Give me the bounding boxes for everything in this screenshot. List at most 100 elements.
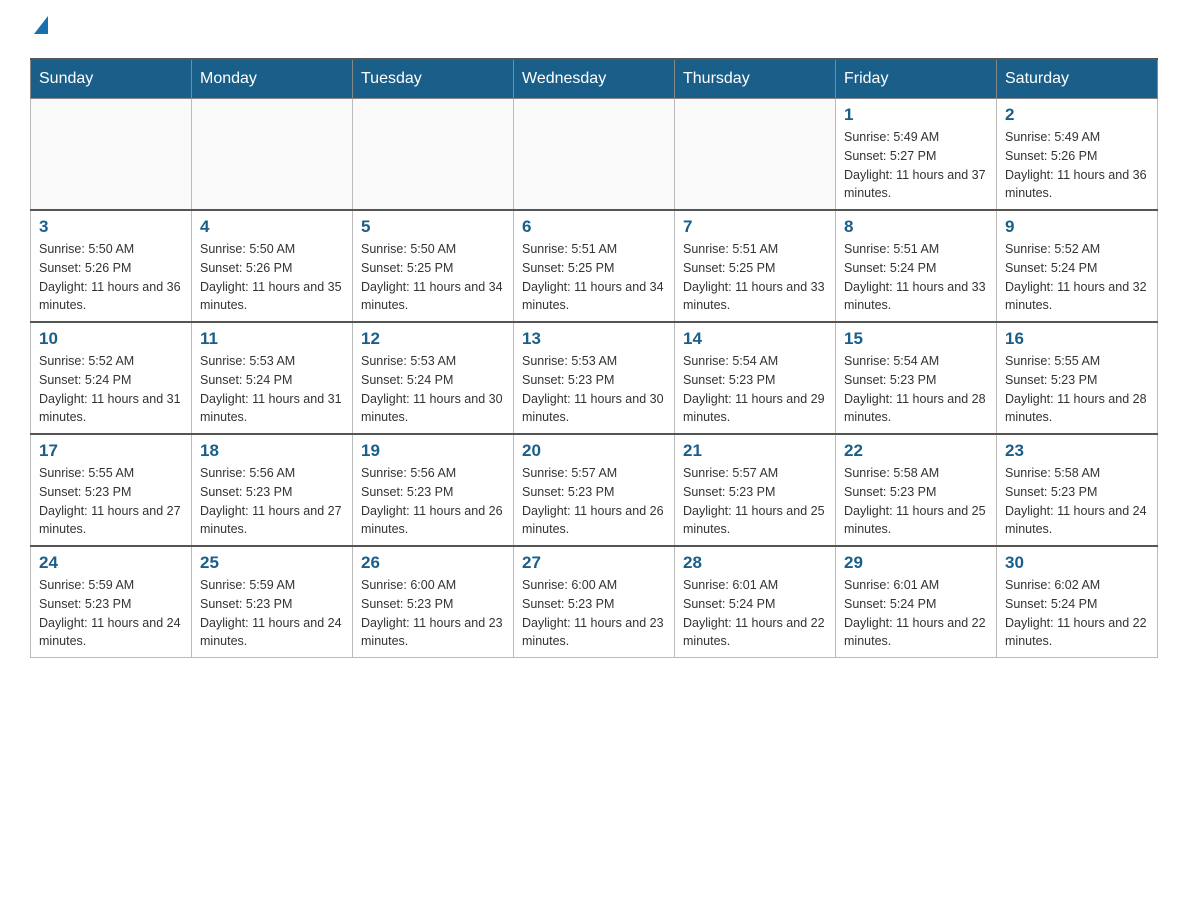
day-number: 24	[39, 553, 183, 573]
day-info: Sunrise: 5:50 AMSunset: 5:25 PMDaylight:…	[361, 240, 505, 315]
calendar-cell: 2Sunrise: 5:49 AMSunset: 5:26 PMDaylight…	[997, 99, 1158, 211]
day-info: Sunrise: 5:53 AMSunset: 5:24 PMDaylight:…	[361, 352, 505, 427]
day-info: Sunrise: 5:56 AMSunset: 5:23 PMDaylight:…	[200, 464, 344, 539]
day-info: Sunrise: 6:01 AMSunset: 5:24 PMDaylight:…	[683, 576, 827, 651]
day-number: 8	[844, 217, 988, 237]
calendar-cell	[31, 99, 192, 211]
calendar-cell: 29 Sunrise: 6:01 AMSunset: 5:24 PMDayligh…	[836, 546, 997, 658]
calendar-cell: 18 Sunrise: 5:56 AMSunset: 5:23 PMDayligh…	[192, 434, 353, 546]
day-number: 10	[39, 329, 183, 349]
calendar-cell: 8 Sunrise: 5:51 AMSunset: 5:24 PMDaylight…	[836, 210, 997, 322]
day-number: 11	[200, 329, 344, 349]
day-number: 18	[200, 441, 344, 461]
calendar-cell: 7 Sunrise: 5:51 AMSunset: 5:25 PMDaylight…	[675, 210, 836, 322]
day-info: Sunrise: 5:50 AMSunset: 5:26 PMDaylight:…	[39, 240, 183, 315]
weekday-header-thursday: Thursday	[675, 59, 836, 99]
day-number: 21	[683, 441, 827, 461]
calendar-week-3: 10Sunrise: 5:52 AMSunset: 5:24 PMDayligh…	[31, 322, 1158, 434]
day-number: 6	[522, 217, 666, 237]
page-header	[30, 20, 1158, 38]
day-info: Sunrise: 5:50 AMSunset: 5:26 PMDaylight:…	[200, 240, 344, 315]
calendar-cell: 20 Sunrise: 5:57 AMSunset: 5:23 PMDayligh…	[514, 434, 675, 546]
day-info: Sunrise: 5:51 AMSunset: 5:25 PMDaylight:…	[683, 240, 827, 315]
calendar-cell: 17 Sunrise: 5:55 AMSunset: 5:23 PMDayligh…	[31, 434, 192, 546]
day-info: Sunrise: 5:57 AMSunset: 5:23 PMDaylight:…	[683, 464, 827, 539]
day-number: 16	[1005, 329, 1149, 349]
day-info: Sunrise: 5:59 AMSunset: 5:23 PMDaylight:…	[200, 576, 344, 651]
day-info: Sunrise: 5:49 AMSunset: 5:27 PMDaylight:…	[844, 128, 988, 203]
day-number: 17	[39, 441, 183, 461]
calendar-week-4: 17 Sunrise: 5:55 AMSunset: 5:23 PMDayligh…	[31, 434, 1158, 546]
day-number: 22	[844, 441, 988, 461]
calendar-week-2: 3Sunrise: 5:50 AMSunset: 5:26 PMDaylight…	[31, 210, 1158, 322]
calendar-cell: 19 Sunrise: 5:56 AMSunset: 5:23 PMDayligh…	[353, 434, 514, 546]
calendar-cell: 21 Sunrise: 5:57 AMSunset: 5:23 PMDayligh…	[675, 434, 836, 546]
weekday-header-tuesday: Tuesday	[353, 59, 514, 99]
calendar-cell: 30 Sunrise: 6:02 AMSunset: 5:24 PMDayligh…	[997, 546, 1158, 658]
calendar-cell: 1 Sunrise: 5:49 AMSunset: 5:27 PMDaylight…	[836, 99, 997, 211]
calendar-cell	[514, 99, 675, 211]
calendar-cell: 23 Sunrise: 5:58 AMSunset: 5:23 PMDayligh…	[997, 434, 1158, 546]
calendar-cell: 26 Sunrise: 6:00 AMSunset: 5:23 PMDayligh…	[353, 546, 514, 658]
weekday-header-friday: Friday	[836, 59, 997, 99]
calendar-cell: 22 Sunrise: 5:58 AMSunset: 5:23 PMDayligh…	[836, 434, 997, 546]
logo-triangle-icon	[34, 16, 48, 34]
day-number: 26	[361, 553, 505, 573]
day-number: 15	[844, 329, 988, 349]
calendar-cell	[675, 99, 836, 211]
day-number: 20	[522, 441, 666, 461]
calendar-cell: 13 Sunrise: 5:53 AMSunset: 5:23 PMDayligh…	[514, 322, 675, 434]
calendar-cell: 3Sunrise: 5:50 AMSunset: 5:26 PMDaylight…	[31, 210, 192, 322]
day-number: 27	[522, 553, 666, 573]
day-info: Sunrise: 5:59 AMSunset: 5:23 PMDaylight:…	[39, 576, 183, 651]
logo	[30, 20, 48, 38]
calendar-table: SundayMondayTuesdayWednesdayThursdayFrid…	[30, 58, 1158, 658]
day-number: 30	[1005, 553, 1149, 573]
day-info: Sunrise: 5:53 AMSunset: 5:23 PMDaylight:…	[522, 352, 666, 427]
day-number: 29	[844, 553, 988, 573]
calendar-cell: 10Sunrise: 5:52 AMSunset: 5:24 PMDayligh…	[31, 322, 192, 434]
day-info: Sunrise: 6:01 AMSunset: 5:24 PMDaylight:…	[844, 576, 988, 651]
calendar-cell: 14 Sunrise: 5:54 AMSunset: 5:23 PMDayligh…	[675, 322, 836, 434]
day-number: 9	[1005, 217, 1149, 237]
calendar-cell: 15Sunrise: 5:54 AMSunset: 5:23 PMDayligh…	[836, 322, 997, 434]
weekday-header-sunday: Sunday	[31, 59, 192, 99]
day-number: 4	[200, 217, 344, 237]
day-info: Sunrise: 5:51 AMSunset: 5:24 PMDaylight:…	[844, 240, 988, 315]
calendar-cell: 25Sunrise: 5:59 AMSunset: 5:23 PMDayligh…	[192, 546, 353, 658]
day-number: 1	[844, 105, 988, 125]
day-number: 23	[1005, 441, 1149, 461]
calendar-cell: 28 Sunrise: 6:01 AMSunset: 5:24 PMDayligh…	[675, 546, 836, 658]
calendar-cell	[192, 99, 353, 211]
day-number: 14	[683, 329, 827, 349]
day-number: 19	[361, 441, 505, 461]
day-number: 7	[683, 217, 827, 237]
day-info: Sunrise: 5:52 AMSunset: 5:24 PMDaylight:…	[1005, 240, 1149, 315]
day-info: Sunrise: 5:51 AMSunset: 5:25 PMDaylight:…	[522, 240, 666, 315]
calendar-cell	[353, 99, 514, 211]
day-info: Sunrise: 5:56 AMSunset: 5:23 PMDaylight:…	[361, 464, 505, 539]
day-info: Sunrise: 5:58 AMSunset: 5:23 PMDaylight:…	[844, 464, 988, 539]
day-number: 13	[522, 329, 666, 349]
day-info: Sunrise: 5:54 AMSunset: 5:23 PMDaylight:…	[683, 352, 827, 427]
calendar-cell: 24 Sunrise: 5:59 AMSunset: 5:23 PMDayligh…	[31, 546, 192, 658]
day-info: Sunrise: 5:55 AMSunset: 5:23 PMDaylight:…	[39, 464, 183, 539]
day-info: Sunrise: 5:58 AMSunset: 5:23 PMDaylight:…	[1005, 464, 1149, 539]
day-info: Sunrise: 5:55 AMSunset: 5:23 PMDaylight:…	[1005, 352, 1149, 427]
calendar-cell: 9 Sunrise: 5:52 AMSunset: 5:24 PMDaylight…	[997, 210, 1158, 322]
day-info: Sunrise: 6:00 AMSunset: 5:23 PMDaylight:…	[522, 576, 666, 651]
day-number: 28	[683, 553, 827, 573]
calendar-week-1: 1 Sunrise: 5:49 AMSunset: 5:27 PMDaylight…	[31, 99, 1158, 211]
calendar-cell: 12Sunrise: 5:53 AMSunset: 5:24 PMDayligh…	[353, 322, 514, 434]
day-info: Sunrise: 6:00 AMSunset: 5:23 PMDaylight:…	[361, 576, 505, 651]
day-info: Sunrise: 6:02 AMSunset: 5:24 PMDaylight:…	[1005, 576, 1149, 651]
day-info: Sunrise: 5:57 AMSunset: 5:23 PMDaylight:…	[522, 464, 666, 539]
day-number: 5	[361, 217, 505, 237]
day-info: Sunrise: 5:49 AMSunset: 5:26 PMDaylight:…	[1005, 128, 1149, 203]
weekday-header-saturday: Saturday	[997, 59, 1158, 99]
weekday-header-monday: Monday	[192, 59, 353, 99]
calendar-cell: 16 Sunrise: 5:55 AMSunset: 5:23 PMDayligh…	[997, 322, 1158, 434]
calendar-week-5: 24 Sunrise: 5:59 AMSunset: 5:23 PMDayligh…	[31, 546, 1158, 658]
calendar-cell: 27 Sunrise: 6:00 AMSunset: 5:23 PMDayligh…	[514, 546, 675, 658]
day-info: Sunrise: 5:53 AMSunset: 5:24 PMDaylight:…	[200, 352, 344, 427]
